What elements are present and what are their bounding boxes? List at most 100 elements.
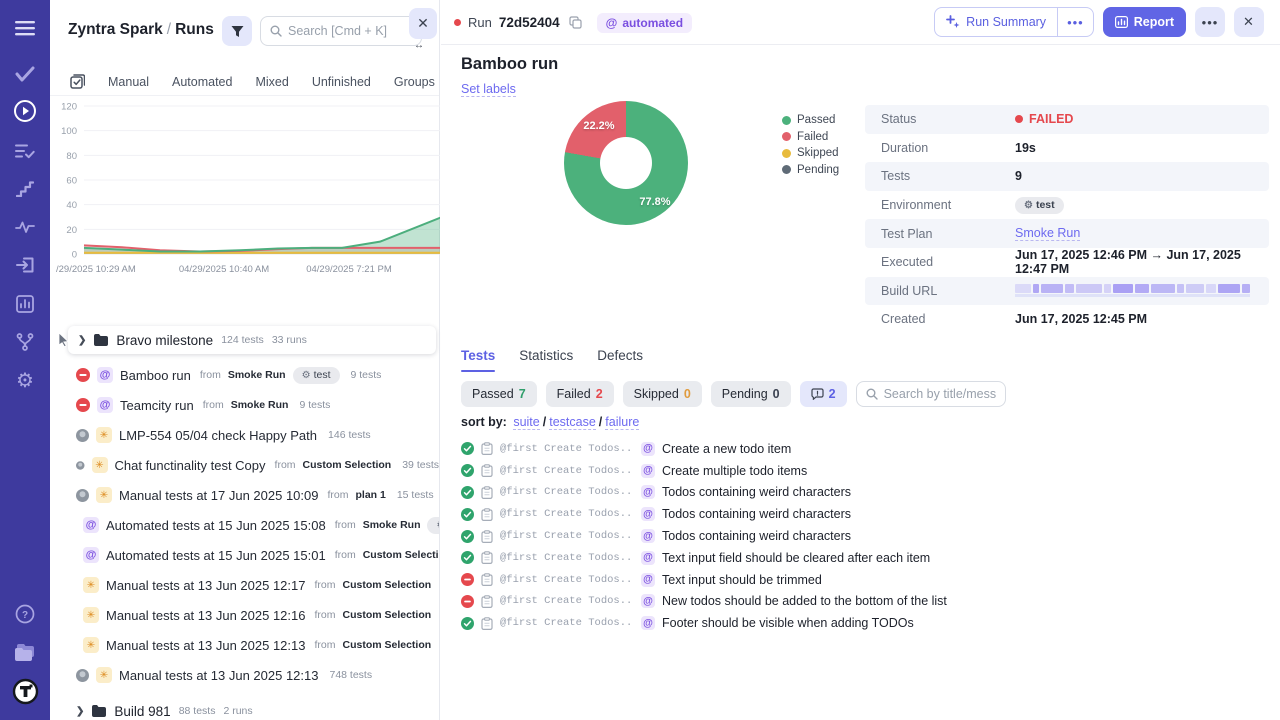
run-list-item[interactable]: @Automated tests at 15 Jun 2025 15:01fro…	[50, 540, 439, 570]
filter-skipped[interactable]: Skipped0	[623, 381, 702, 407]
run-list-item[interactable]: ✳Chat functinality test CopyfromCustom S…	[50, 450, 439, 480]
manual-type-icon: ✳	[83, 637, 99, 653]
more-actions-button[interactable]: •••	[1195, 7, 1225, 37]
automated-type-icon: @	[97, 397, 113, 413]
filter-count: 0	[684, 387, 691, 401]
menu-icon[interactable]	[0, 14, 50, 42]
analytics-icon[interactable]	[0, 290, 50, 318]
close-run-button[interactable]: ✕	[1234, 7, 1264, 37]
report-button[interactable]: Report	[1103, 7, 1186, 37]
run-list-item[interactable]: @Teamcity runfromSmoke Run9 tests	[50, 390, 439, 420]
help-icon[interactable]: ?	[0, 600, 50, 628]
passed-status-icon	[461, 530, 474, 543]
import-icon[interactable]	[0, 251, 50, 279]
tab-tests[interactable]: Tests	[461, 348, 495, 372]
run-name: Manual tests at 13 Jun 2025 12:16	[106, 608, 305, 623]
breadcrumb-project[interactable]: Zyntra Spark	[68, 21, 163, 38]
run-list-item[interactable]: ✳LMP-554 05/04 check Happy Path146 tests	[50, 420, 439, 450]
test-row[interactable]: @first Create Todos...@Todos containing …	[461, 482, 1264, 504]
tab-automated[interactable]: Automated	[172, 75, 232, 89]
multi-select-icon[interactable]	[70, 74, 85, 89]
tab-unfinished[interactable]: Unfinished	[312, 75, 371, 89]
logo[interactable]	[0, 677, 50, 705]
svg-text:100: 100	[61, 126, 77, 137]
sort-by-failure[interactable]: failure	[605, 415, 639, 430]
run-list: ❯ Bravo milestone 124 tests 33 runs @Bam…	[50, 326, 439, 720]
finished-status-icon	[76, 489, 89, 502]
settings-icon[interactable]: ⚙	[0, 367, 50, 395]
sort-separator: /	[543, 415, 546, 429]
runs-search-input[interactable]	[288, 24, 412, 38]
folder-name: Build 981	[114, 704, 170, 719]
run-from-label: from	[275, 459, 296, 471]
tab-manual[interactable]: Manual	[108, 75, 149, 89]
test-row[interactable]: @first Create Todos...@Footer should be …	[461, 612, 1264, 634]
runs-trend-chart: 020406080100120/29/2025 10:29 AM04/29/20…	[50, 96, 440, 286]
run-info-table: StatusFAILEDDuration19sTests9Environment…	[865, 105, 1269, 334]
legend-item: Skipped	[782, 145, 839, 162]
tab-defects[interactable]: Defects	[597, 348, 643, 372]
filter-failed[interactable]: Failed2	[546, 381, 614, 407]
milestone-tests-count: 124 tests	[221, 334, 264, 346]
milestones-icon[interactable]	[0, 175, 50, 203]
sort-by-suite[interactable]: suite	[513, 415, 539, 430]
pulse-icon[interactable]	[0, 213, 50, 241]
run-list-item[interactable]: ✳Manual tests at 13 Jun 2025 12:13748 te…	[50, 660, 439, 690]
test-row[interactable]: @first Create Todos...@Create a new todo…	[461, 438, 1264, 460]
app-screen: ⚙ ? Zyntra Spark/Runs ✕ ↔	[0, 0, 1280, 720]
sidebar: ⚙ ?	[0, 0, 50, 720]
filter-button[interactable]	[222, 16, 252, 46]
sort-by-testcase[interactable]: testcase	[549, 415, 596, 430]
test-row[interactable]: @first Create Todos...@Todos containing …	[461, 503, 1264, 525]
set-labels-link[interactable]: Set labels	[461, 82, 516, 97]
tab-groups[interactable]: Groups	[394, 75, 435, 89]
run-summary-button[interactable]: Run Summary	[935, 8, 1057, 36]
clipboard-icon	[481, 530, 493, 543]
runs-icon[interactable]	[0, 97, 50, 125]
run-list-item[interactable]: ✳Manual tests at 17 Jun 2025 10:09frompl…	[50, 480, 439, 510]
test-row[interactable]: @first Create Todos...@New todos should …	[461, 591, 1264, 613]
copy-run-id-button[interactable]	[567, 14, 584, 31]
tab-mixed[interactable]: Mixed	[255, 75, 288, 89]
tests-search[interactable]	[856, 381, 1006, 407]
chevron-right-icon[interactable]: ❯	[78, 335, 86, 346]
tab-statistics[interactable]: Statistics	[519, 348, 573, 372]
test-row[interactable]: @first Create Todos...@Create multiple t…	[461, 460, 1264, 482]
run-list-item[interactable]: ✳Manual tests at 13 Jun 2025 12:13fromCu…	[50, 630, 439, 660]
run-list-item[interactable]: @Automated tests at 15 Jun 2025 15:08fro…	[50, 510, 439, 540]
filter-pending[interactable]: Pending0	[711, 381, 791, 407]
legend-label: Passed	[797, 114, 835, 126]
run-source: Smoke Run	[363, 519, 421, 531]
close-panel-button[interactable]: ✕	[409, 8, 437, 39]
projects-icon[interactable]	[0, 638, 50, 666]
run-name: Manual tests at 13 Jun 2025 12:17	[106, 578, 305, 593]
test-title: Todos containing weird characters	[662, 485, 851, 499]
run-list-item[interactable]: ✳Manual tests at 13 Jun 2025 12:17fromCu…	[50, 570, 439, 600]
milestone-row[interactable]: ❯ Bravo milestone 124 tests 33 runs	[68, 326, 436, 354]
runs-panel: Zyntra Spark/Runs ✕ ↔ Manual Automated M…	[50, 0, 440, 720]
resize-handle-icon[interactable]: ↔	[414, 40, 424, 51]
filter-count: 7	[519, 387, 526, 401]
runs-search[interactable]	[260, 16, 422, 46]
info-row: CreatedJun 17, 2025 12:45 PM	[865, 305, 1269, 334]
run-tests-count: 748 tests	[329, 669, 372, 681]
test-row[interactable]: @first Create Todos...@Text input field …	[461, 547, 1264, 569]
branches-icon[interactable]	[0, 328, 50, 356]
chevron-right-icon[interactable]: ❯	[76, 706, 84, 717]
tests-search-input[interactable]	[884, 387, 996, 401]
test-plan-link[interactable]: Smoke Run	[1015, 226, 1080, 241]
filter-passed[interactable]: Passed7	[461, 381, 537, 407]
run-detail-panel: Run 72d52404 @automated Run Summary •••	[441, 0, 1280, 720]
folder-row[interactable]: ❯ Build 981 88 tests 2 runs	[50, 696, 439, 720]
run-name: Bamboo run	[120, 368, 191, 383]
manual-type-icon: ✳	[96, 427, 112, 443]
filter-comments[interactable]: 2	[800, 381, 847, 407]
run-list-item[interactable]: ✳Manual tests at 13 Jun 2025 12:16fromCu…	[50, 600, 439, 630]
run-summary-more-button[interactable]: •••	[1057, 8, 1093, 36]
suites-icon[interactable]	[0, 137, 50, 165]
run-list-item[interactable]: @Bamboo runfromSmoke Run⚙test9 tests	[50, 360, 439, 390]
info-label: Environment	[865, 198, 1015, 212]
test-row[interactable]: @first Create Todos...@Text input should…	[461, 569, 1264, 591]
test-row[interactable]: @first Create Todos...@Todos containing …	[461, 525, 1264, 547]
tests-icon[interactable]	[0, 60, 50, 88]
